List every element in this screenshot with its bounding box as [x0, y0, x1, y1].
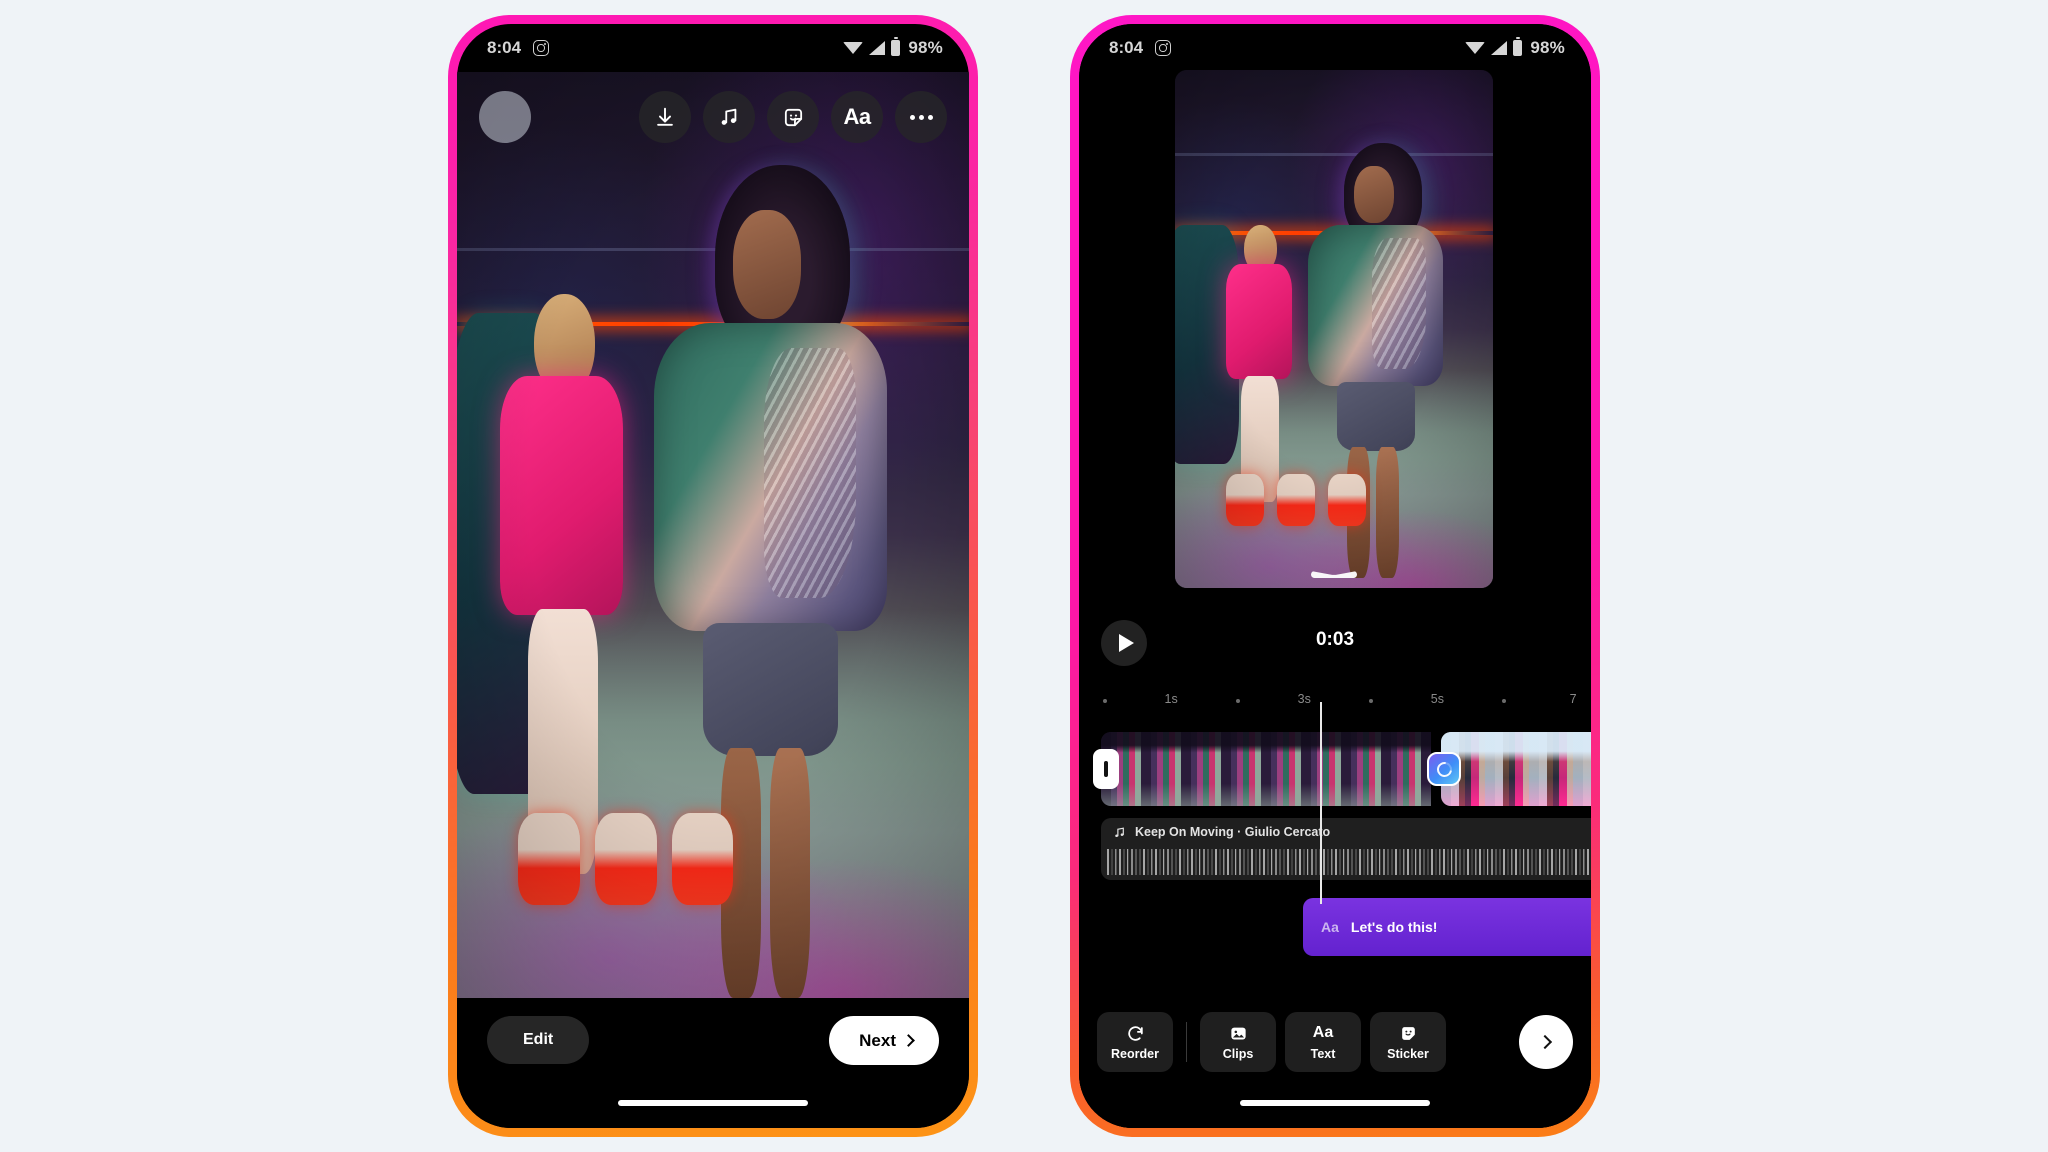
battery-percent: 98%	[1530, 38, 1565, 57]
more-button[interactable]	[895, 91, 947, 143]
home-indicator	[618, 1100, 808, 1106]
transition-icon[interactable]	[1427, 752, 1461, 786]
battery-icon	[1513, 37, 1523, 56]
ruler-tick-7s: 7	[1569, 692, 1577, 706]
cellular-signal-icon	[1491, 41, 1508, 55]
ruler-dot	[1235, 699, 1240, 703]
status-bar-left: 8:04 98%	[457, 24, 969, 72]
edit-button[interactable]: Edit	[487, 1016, 590, 1064]
trim-handle-icon[interactable]	[1093, 749, 1119, 789]
phone-left-screen: 8:04 98% Aa Edit Next	[457, 24, 969, 1128]
text-aa-icon: Aa	[843, 104, 871, 129]
sticker-button[interactable]	[767, 91, 819, 143]
text-aa-icon: Aa	[1321, 919, 1339, 935]
battery-percent: 98%	[908, 38, 943, 57]
sticker-icon	[1399, 1023, 1418, 1043]
scene-vignette	[1175, 70, 1493, 588]
ruler-tick-3s: 3s	[1297, 692, 1311, 706]
music-note-icon	[721, 108, 737, 125]
sticker-smiley-icon	[784, 108, 802, 126]
image-icon	[1229, 1023, 1248, 1043]
download-icon	[657, 107, 673, 126]
toolbar-divider	[1186, 1022, 1187, 1062]
forward-button[interactable]	[1519, 1015, 1573, 1069]
image-icon-svg	[1230, 1027, 1246, 1039]
text-label: Text	[1310, 1047, 1336, 1061]
sticker-icon-svg	[1401, 1026, 1415, 1040]
clips-button[interactable]: Clips	[1200, 1012, 1276, 1072]
audio-waveform	[1107, 849, 1591, 875]
timecode: 0:03	[1315, 629, 1355, 650]
rotate-ccw-icon	[1126, 1023, 1145, 1043]
phone-right-screen: 0:03 1s 3s 5s 7 Keep On Moving · Giulio …	[1079, 24, 1591, 1128]
cellular-signal-icon	[869, 41, 886, 55]
instagram-icon	[533, 40, 550, 56]
scene-artwork	[457, 72, 969, 998]
scene-vignette	[457, 72, 969, 998]
phone-left: 8:04 98% Aa Edit Next	[448, 15, 978, 1137]
music-note-icon	[1115, 826, 1124, 837]
video-editor: 0:03 1s 3s 5s 7 Keep On Moving · Giulio …	[1079, 24, 1591, 1128]
bottom-bar-left: Edit Next	[457, 998, 969, 1128]
ruler-tick-5s: 5s	[1430, 692, 1444, 706]
video-preview-left[interactable]	[457, 72, 969, 998]
ruler-dot	[1102, 699, 1107, 703]
status-bar-right: 8:04 98%	[1079, 24, 1591, 72]
status-time: 8:04	[1109, 38, 1144, 57]
wifi-icon	[843, 41, 864, 54]
text-clip-label: Let's do this!	[1350, 919, 1438, 935]
sticker-button[interactable]: Sticker	[1370, 1012, 1446, 1072]
home-indicator	[1240, 1100, 1430, 1106]
ruler-dot	[1501, 699, 1506, 703]
reorder-label: Reorder	[1111, 1047, 1159, 1061]
top-toolbar-left: Aa	[457, 86, 969, 148]
transport-controls: 0:03	[1079, 620, 1591, 678]
avatar[interactable]	[479, 91, 531, 143]
timeline-ruler: 1s 3s 5s 7	[1079, 692, 1591, 718]
audio-track[interactable]: Keep On Moving · Giulio Cercato	[1101, 818, 1591, 880]
ruler-dot	[1368, 699, 1373, 703]
download-button[interactable]	[639, 91, 691, 143]
text-button[interactable]: Aa Text	[1285, 1012, 1361, 1072]
text-aa-icon: Aa	[1312, 1024, 1334, 1041]
chevron-right-icon	[1537, 1034, 1552, 1050]
phone-right: 0:03 1s 3s 5s 7 Keep On Moving · Giulio …	[1070, 15, 1600, 1137]
wifi-icon	[1465, 41, 1486, 54]
text-button[interactable]: Aa	[831, 91, 883, 143]
ruler-tick-1s: 1s	[1164, 692, 1178, 706]
video-clip-1[interactable]	[1101, 732, 1431, 806]
screenshot-root: 8:04 98% Aa Edit Next 0:03 1s 3s 5s 7 Ke…	[0, 0, 2048, 1152]
more-horizontal-icon	[909, 114, 933, 120]
clips-label: Clips	[1222, 1047, 1254, 1061]
bottom-toolbar-right: Reorder Clips Aa Text Sticker	[1079, 1000, 1591, 1128]
sticker-label: Sticker	[1387, 1047, 1429, 1061]
instagram-icon	[1155, 40, 1172, 56]
text-clip[interactable]: Aa Let's do this!	[1303, 898, 1591, 956]
scene-artwork-right	[1175, 70, 1493, 588]
music-button[interactable]	[703, 91, 755, 143]
battery-icon	[891, 37, 901, 56]
playhead[interactable]	[1319, 702, 1322, 904]
next-button-label: Next	[859, 1031, 896, 1050]
status-time: 8:04	[487, 38, 522, 57]
chevron-right-icon	[902, 1034, 915, 1047]
next-button[interactable]: Next	[829, 1016, 939, 1065]
video-preview-right[interactable]	[1175, 70, 1493, 588]
video-clip-2[interactable]	[1441, 732, 1591, 806]
video-track	[1093, 732, 1591, 806]
reorder-button[interactable]: Reorder	[1097, 1012, 1173, 1072]
audio-track-title: Keep On Moving · Giulio Cercato	[1135, 825, 1331, 839]
